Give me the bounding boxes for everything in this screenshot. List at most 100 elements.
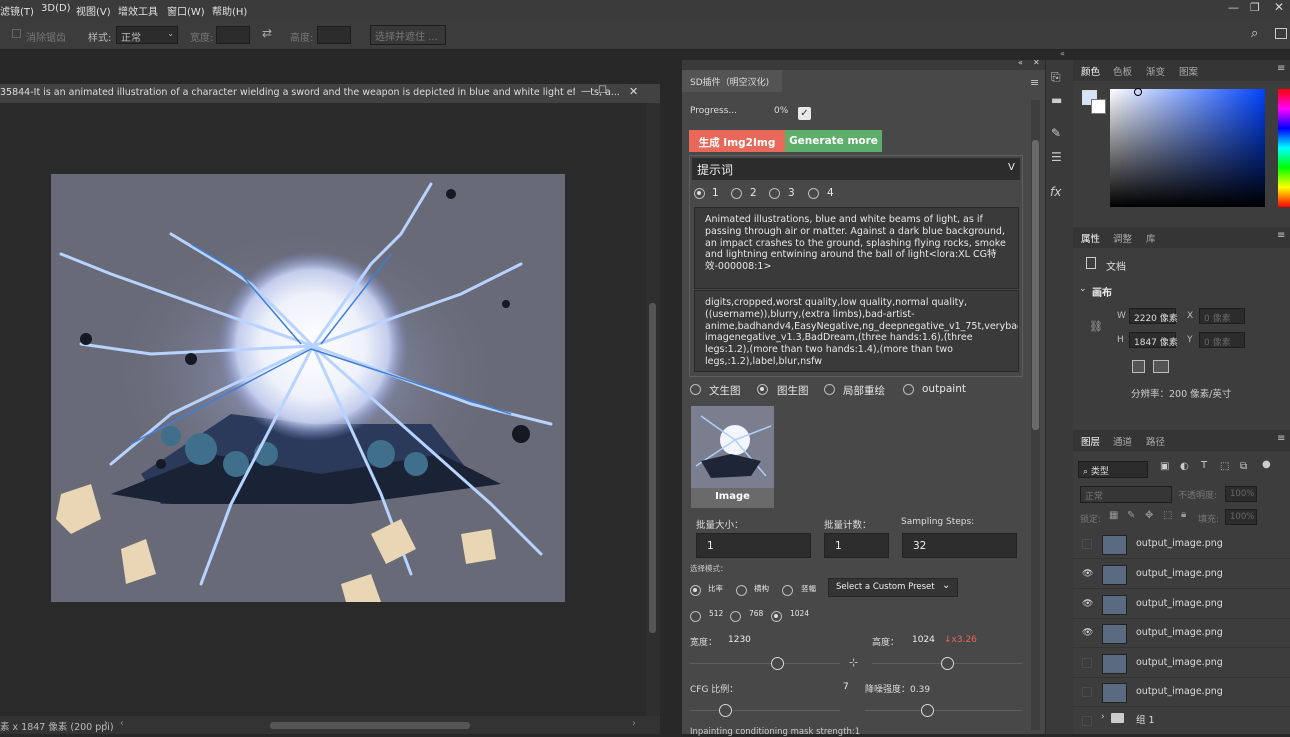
denoise-slider-track[interactable] <box>865 710 1022 711</box>
minimize-icon[interactable]: — <box>1228 1 1239 14</box>
layer-row[interactable]: output_image.png <box>1073 649 1290 678</box>
plugin-tab[interactable]: SD插件（明空汉化) <box>682 70 782 92</box>
tab-properties[interactable]: 属性 <box>1081 231 1100 245</box>
image-button[interactable]: Image <box>691 488 774 508</box>
prompt-toggle-icon[interactable]: V <box>1008 162 1015 173</box>
cfg-slider-knob[interactable] <box>719 704 732 717</box>
panel-menu-icon[interactable]: ≡ <box>1277 433 1285 444</box>
panel-menu-icon[interactable]: ≡ <box>1277 230 1285 241</box>
menu-3d[interactable]: 3D(D) <box>41 3 71 14</box>
batch-count-input[interactable]: 1 <box>824 533 889 558</box>
mode-outpaint-radio[interactable] <box>903 384 914 395</box>
plugin-scrollbar[interactable] <box>1031 100 1040 730</box>
tab-gradients[interactable]: 渐变 <box>1146 64 1165 78</box>
prompt-slot-3-radio[interactable] <box>769 188 780 199</box>
tab-libraries[interactable]: 库 <box>1146 231 1156 245</box>
layer-row[interactable]: output_image.png <box>1073 678 1290 707</box>
layer-row[interactable]: output_image.png <box>1073 530 1290 559</box>
tab-patterns[interactable]: 图案 <box>1179 64 1198 78</box>
filter-smart-icon[interactable]: ⧉ <box>1240 461 1247 472</box>
background-color-swatch[interactable] <box>1091 99 1106 114</box>
lock-transparent-icon[interactable]: ▦ <box>1109 510 1118 521</box>
doc-minimize-icon[interactable]: — <box>575 86 591 97</box>
mode-txt2img-radio[interactable] <box>690 384 701 395</box>
canvas-y-input[interactable]: 0 像素 <box>1199 332 1245 348</box>
workspace-icon[interactable] <box>1275 28 1287 39</box>
collapse-icon[interactable]: « <box>1018 58 1023 67</box>
doc-scroll-thumb[interactable] <box>649 303 656 633</box>
restore-icon[interactable]: ❐ <box>1250 1 1260 14</box>
layer-filter-select[interactable]: ⌕ 类型 <box>1078 461 1148 478</box>
comment-icon[interactable]: ▬ <box>1051 93 1062 107</box>
canvas-x-input[interactable]: 0 像素 <box>1199 308 1245 324</box>
filter-toggle-icon[interactable]: ● <box>1262 459 1271 470</box>
mode-inpaint-radio[interactable] <box>824 384 835 395</box>
sampling-steps-input[interactable]: 32 <box>902 533 1017 558</box>
layer-row[interactable]: 👁︎ output_image.png <box>1073 560 1290 589</box>
positive-prompt-textarea[interactable]: Animated illustrations, blue and white b… <box>694 207 1019 289</box>
lock-pixels-icon[interactable]: ✎ <box>1127 510 1135 521</box>
prompt-slot-1-radio[interactable] <box>694 188 705 199</box>
select-mask-button[interactable]: 选择并遮住 ... <box>370 25 446 45</box>
adjust-icon[interactable]: ☰ <box>1051 150 1062 164</box>
filter-pixel-icon[interactable]: ▣ <box>1160 461 1169 472</box>
canvas-height-input[interactable]: 1847 像素 <box>1129 332 1178 348</box>
cfg-slider-track[interactable] <box>690 710 840 711</box>
chevron-down-icon[interactable]: ⌄ <box>1079 284 1087 294</box>
res-768-radio[interactable] <box>730 611 741 622</box>
visibility-toggle[interactable] <box>1082 539 1092 549</box>
denoise-slider-knob[interactable] <box>921 704 934 717</box>
generate-more-button[interactable]: Generate more <box>785 130 882 152</box>
prompt-header[interactable]: 提示词 V <box>692 158 1020 180</box>
landscape-orientation-icon[interactable] <box>1153 360 1169 373</box>
batch-size-input[interactable]: 1 <box>696 533 811 558</box>
blend-mode-select[interactable]: 正常 <box>1080 486 1172 503</box>
custom-preset-select[interactable]: Select a Custom Preset ⌄ <box>828 578 958 597</box>
layer-row[interactable]: 👁︎ output_image.png <box>1073 590 1290 619</box>
opacity-input[interactable]: 100% <box>1225 486 1257 502</box>
filter-type-icon[interactable]: T <box>1201 460 1207 471</box>
width-input[interactable] <box>216 26 250 44</box>
tab-color[interactable]: 颜色 <box>1081 64 1100 78</box>
doc-horizontal-scroll-thumb[interactable] <box>270 722 470 729</box>
link-dimensions-icon[interactable]: ⊹ <box>849 656 858 669</box>
doc-maximize-icon[interactable]: ☐ <box>598 85 607 96</box>
lock-all-icon[interactable]: 🔒︎ <box>1181 509 1186 520</box>
visibility-toggle[interactable] <box>1082 716 1092 726</box>
doc-vertical-scrollbar[interactable] <box>646 103 660 716</box>
antialias-checkbox[interactable] <box>12 29 21 38</box>
prompt-slot-4-radio[interactable] <box>808 188 819 199</box>
visibility-toggle[interactable] <box>1082 687 1092 697</box>
close-icon[interactable]: ✕ <box>1274 0 1284 14</box>
width-slider-knob[interactable] <box>771 657 784 670</box>
panel-close-icon[interactable]: ✕ <box>1033 58 1040 67</box>
status-arrow-icon[interactable]: › <box>104 718 108 729</box>
width-slider-track[interactable] <box>690 663 840 664</box>
tab-adjustments[interactable]: 调整 <box>1113 231 1132 245</box>
tab-layers[interactable]: 图层 <box>1081 434 1100 448</box>
res-512-radio[interactable] <box>690 611 701 622</box>
filter-adjustment-icon[interactable]: ◐ <box>1180 461 1189 472</box>
collapse-right-icon[interactable]: « <box>1060 49 1065 58</box>
scroll-right-icon[interactable]: › <box>632 718 636 729</box>
tab-channels[interactable]: 通道 <box>1113 434 1132 448</box>
lock-position-icon[interactable]: ✥ <box>1145 510 1153 521</box>
init-image-thumbnail[interactable] <box>691 406 774 489</box>
brush-icon[interactable]: ✎ <box>1051 126 1061 140</box>
menu-help[interactable]: 帮助(H) <box>212 3 247 18</box>
scroll-left-icon[interactable]: ‹ <box>120 718 124 729</box>
doc-close-icon[interactable]: ✕ <box>629 85 638 98</box>
progress-checkbox[interactable]: ✓ <box>798 107 811 120</box>
menu-view[interactable]: 视图(V) <box>76 3 111 18</box>
document-tab[interactable]: 35844-It is an animated illustration of … <box>0 84 660 103</box>
height-slider-knob[interactable] <box>941 657 954 670</box>
portrait-orientation-icon[interactable] <box>1132 360 1145 373</box>
mode-img2img-radio[interactable] <box>757 384 768 395</box>
style-select[interactable]: 正常 ⌄ <box>116 26 178 44</box>
layer-group-row[interactable]: › 组 1 <box>1073 707 1290 736</box>
chevron-right-icon[interactable]: › <box>1101 712 1105 722</box>
fill-input[interactable]: 100% <box>1225 509 1257 525</box>
visibility-toggle[interactable] <box>1082 658 1092 668</box>
tab-swatches[interactable]: 色板 <box>1113 64 1132 78</box>
canvas-width-input[interactable]: 2220 像素 <box>1129 308 1178 324</box>
